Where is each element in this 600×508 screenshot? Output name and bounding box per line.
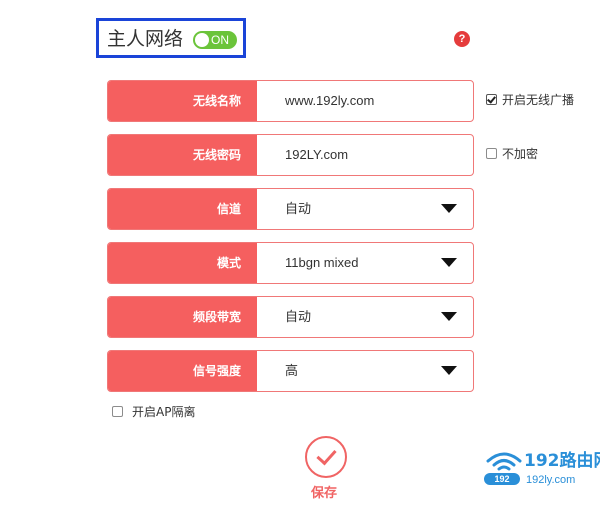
chevron-down-icon[interactable]: [441, 366, 457, 375]
chevron-down-icon[interactable]: [441, 312, 457, 321]
toggle-knob: [195, 33, 209, 47]
mode-select[interactable]: 11bgn mixed: [285, 243, 358, 283]
ssid-input[interactable]: www.192ly.com: [285, 81, 374, 121]
chevron-down-icon[interactable]: [441, 258, 457, 267]
watermark-badge: 192: [484, 473, 520, 485]
bandwidth-label: 频段带宽: [108, 297, 257, 337]
main-network-header: 主人网络 ON: [96, 18, 246, 58]
toggle-label: ON: [211, 33, 229, 47]
check-icon: [316, 444, 337, 466]
wifi-icon: [486, 452, 522, 471]
broadcast-label: 开启无线广播: [502, 93, 575, 107]
save-button[interactable]: [305, 436, 347, 478]
ap-isolation-label: 开启AP隔离: [132, 405, 196, 419]
page-title: 主人网络: [107, 28, 184, 50]
no-encrypt-checkbox[interactable]: [486, 148, 497, 159]
no-encrypt-label: 不加密: [502, 147, 539, 161]
password-input[interactable]: 192LY.com: [285, 135, 348, 175]
watermark-title: 192路由网: [524, 451, 600, 471]
ap-isolation-checkbox[interactable]: [112, 406, 123, 417]
ssid-row[interactable]: 无线名称 www.192ly.com: [107, 80, 474, 122]
network-toggle[interactable]: ON: [193, 31, 237, 49]
checkmark-icon: [487, 94, 496, 104]
password-label: 无线密码: [108, 135, 257, 175]
bandwidth-row[interactable]: 频段带宽 自动: [107, 296, 474, 338]
signal-strength-select[interactable]: 高: [285, 351, 298, 391]
channel-label: 信道: [108, 189, 257, 229]
channel-select[interactable]: 自动: [285, 189, 311, 229]
watermark-domain: 192ly.com: [526, 474, 576, 486]
ssid-label: 无线名称: [108, 81, 257, 121]
help-icon[interactable]: ?: [454, 31, 470, 47]
chevron-down-icon[interactable]: [441, 204, 457, 213]
save-label[interactable]: 保存: [311, 486, 337, 502]
signal-strength-row[interactable]: 信号强度 高: [107, 350, 474, 392]
mode-label: 模式: [108, 243, 257, 283]
watermark-logo: 192 192路由网 192ly.com: [480, 449, 600, 493]
mode-row[interactable]: 模式 11bgn mixed: [107, 242, 474, 284]
broadcast-checkbox[interactable]: [486, 94, 497, 105]
channel-row[interactable]: 信道 自动: [107, 188, 474, 230]
bandwidth-select[interactable]: 自动: [285, 297, 311, 337]
signal-strength-label: 信号强度: [108, 351, 257, 391]
password-row[interactable]: 无线密码 192LY.com: [107, 134, 474, 176]
